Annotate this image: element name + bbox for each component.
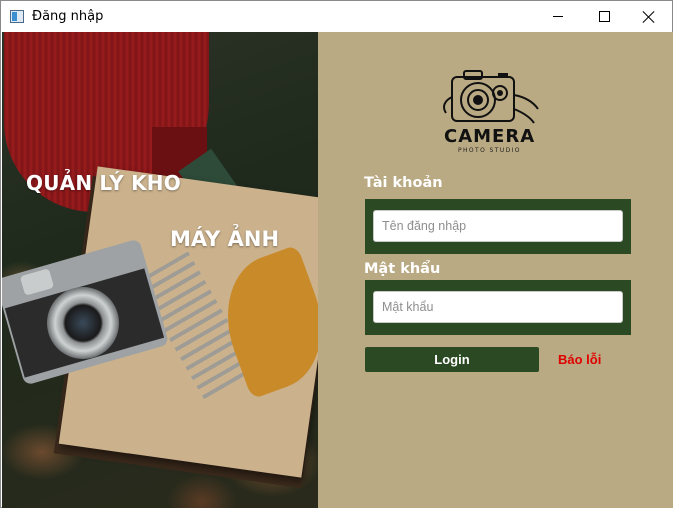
banner-title-line2: MÁY ẢNH: [170, 227, 280, 251]
username-input[interactable]: [373, 210, 623, 242]
brand-tagline: PHOTO STUDIO: [458, 147, 521, 154]
username-field-frame: [365, 199, 631, 254]
login-window: Đăng nhập QUẢN LÝ KHO MÁY ẢNH CAMERA PHO…: [0, 0, 673, 508]
password-input[interactable]: [373, 291, 623, 323]
report-error-link[interactable]: Báo lỗi: [558, 352, 601, 367]
camera-lens: [47, 287, 119, 359]
window-title: Đăng nhập: [32, 9, 104, 24]
maximize-button[interactable]: [581, 1, 627, 32]
close-button[interactable]: [626, 1, 672, 32]
title-bar[interactable]: Đăng nhập: [1, 1, 672, 32]
banner-title-line1: QUẢN LÝ KHO: [26, 171, 181, 195]
maximize-icon: [598, 11, 610, 22]
minimize-button[interactable]: [535, 1, 581, 32]
login-button[interactable]: Login: [365, 347, 539, 372]
app-window-icon: [10, 10, 24, 23]
password-label: Mật khẩu: [364, 261, 441, 277]
close-icon: [643, 11, 655, 23]
minimize-icon: [553, 16, 563, 17]
brand-name: CAMERA: [444, 126, 536, 147]
username-label: Tài khoản: [364, 175, 443, 191]
password-field-frame: [365, 280, 631, 335]
login-form-panel: CAMERA PHOTO STUDIO Tài khoản Mật khẩu L…: [318, 32, 673, 508]
banner-photo: QUẢN LÝ KHO MÁY ẢNH: [2, 32, 318, 508]
